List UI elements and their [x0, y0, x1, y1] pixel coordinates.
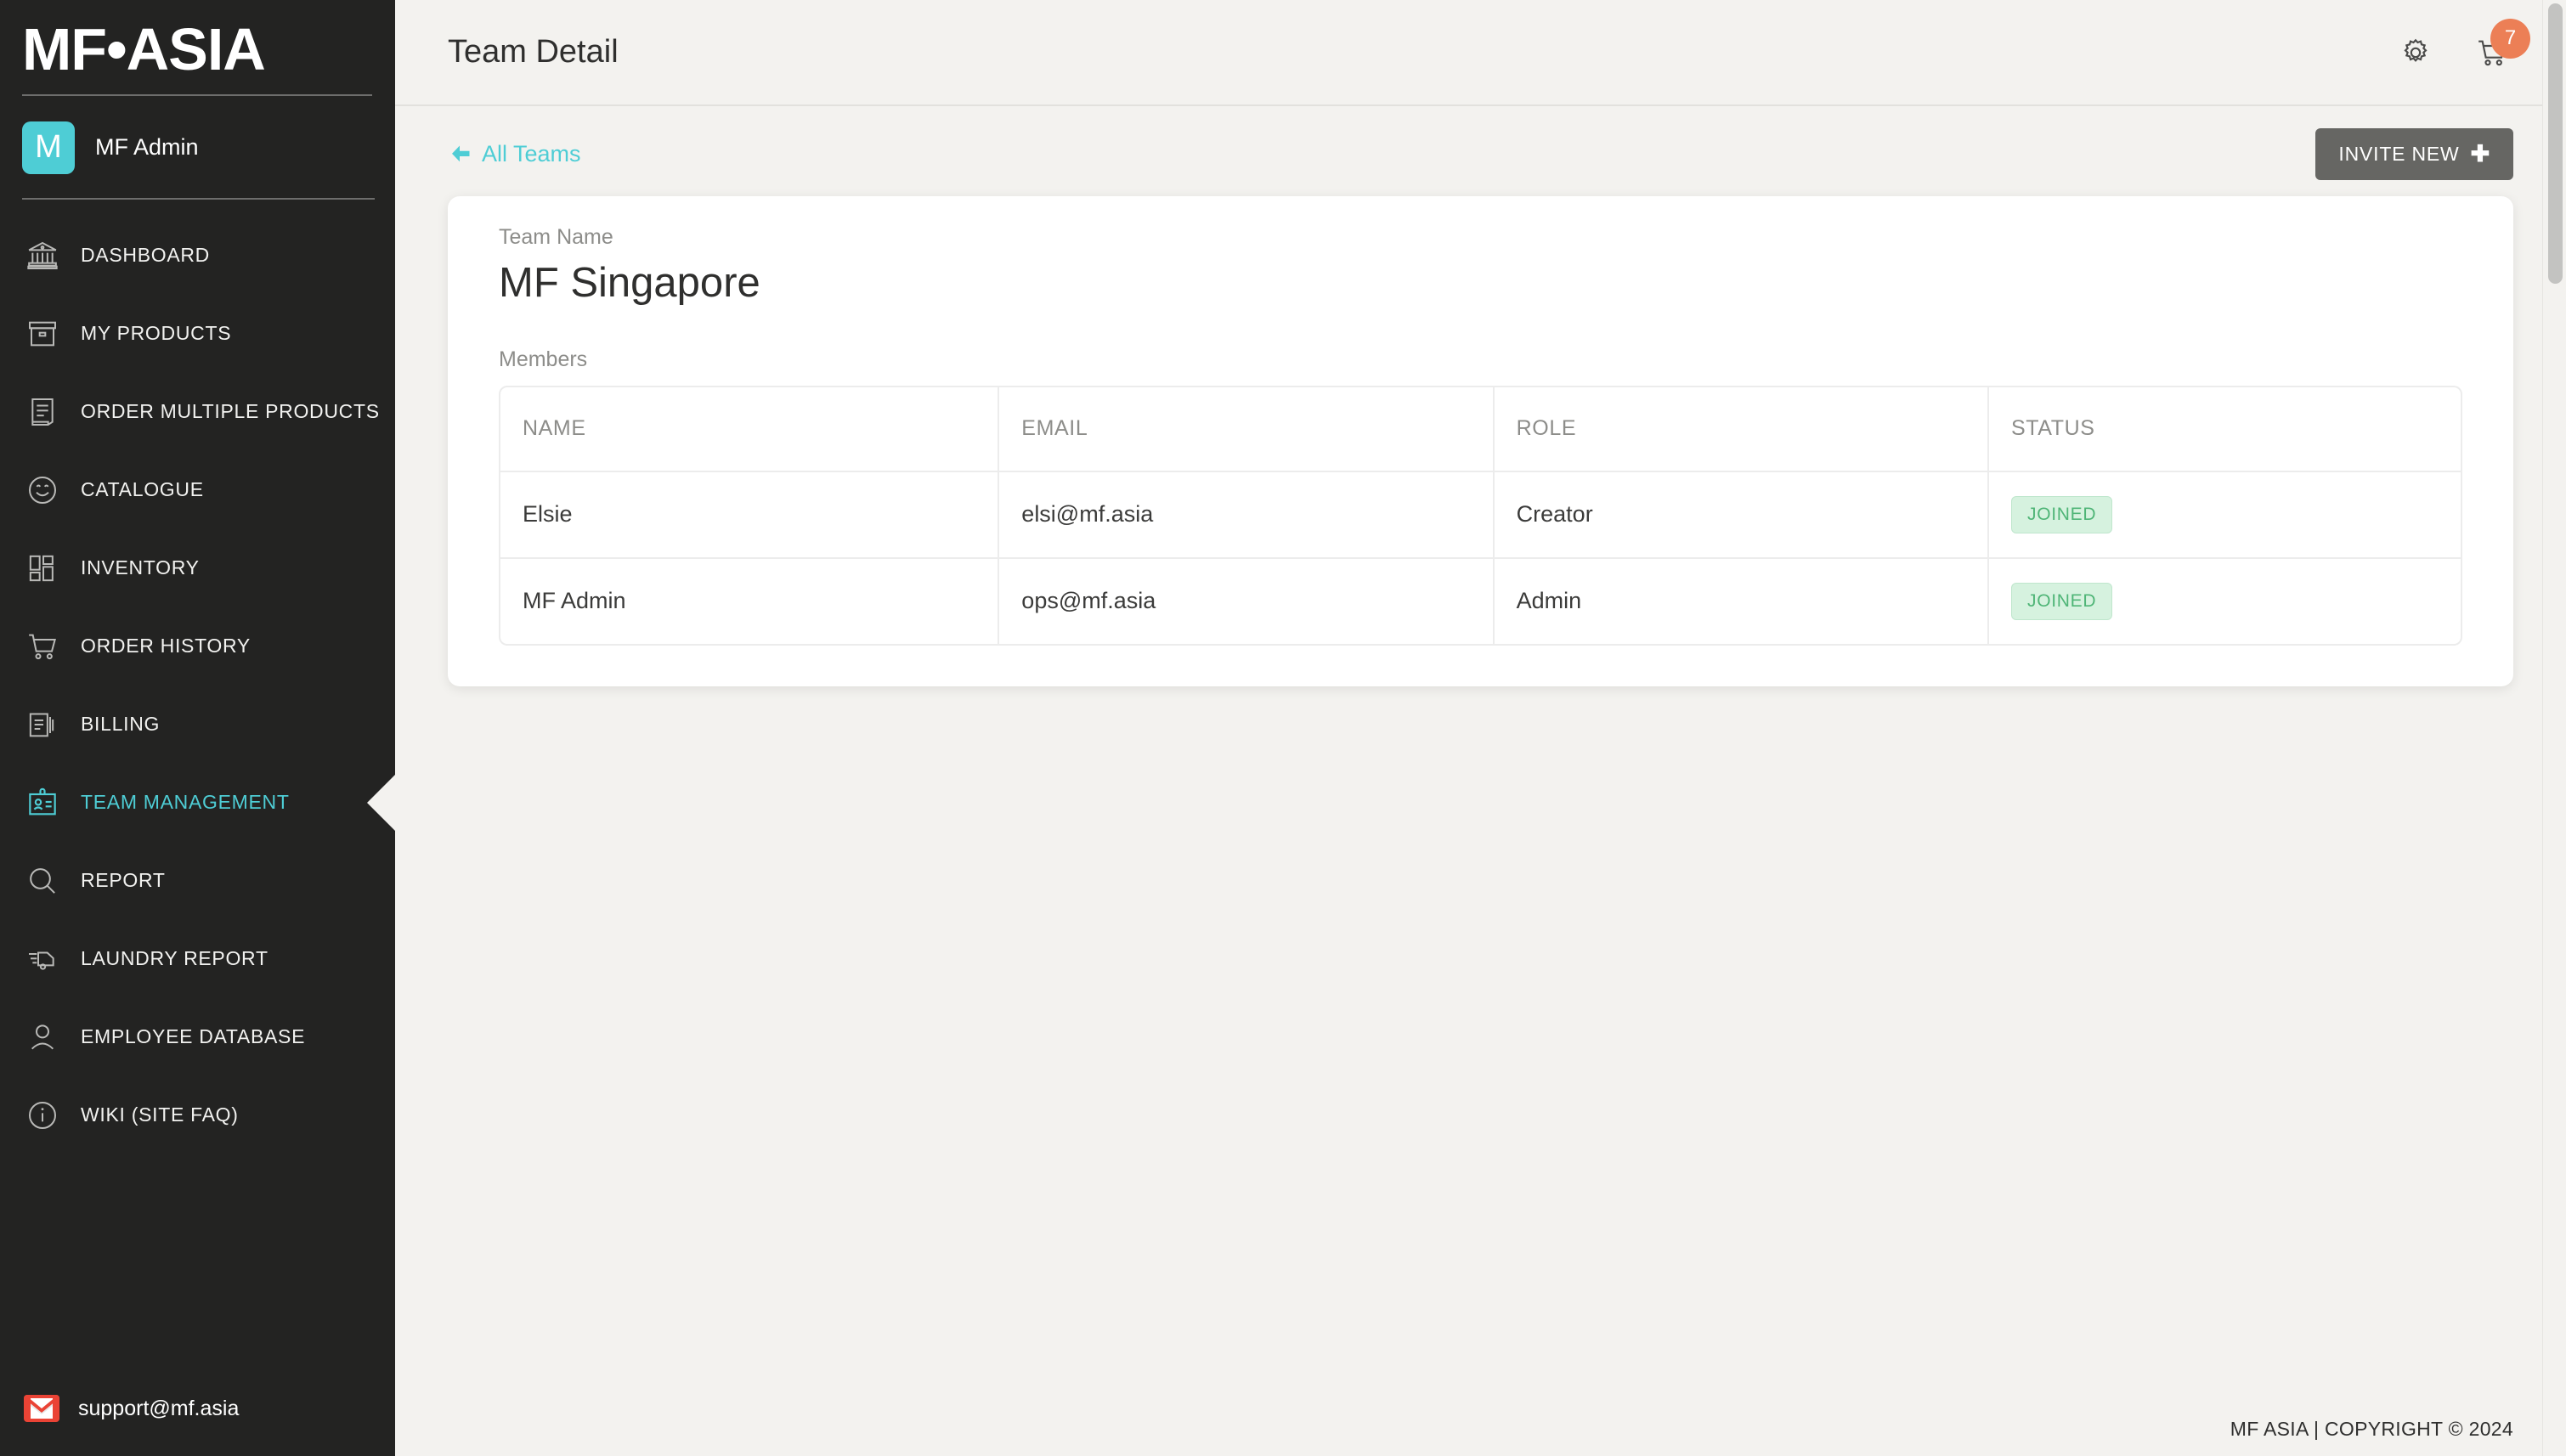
grid-icon: [23, 549, 62, 588]
sidebar-item-label: MY PRODUCTS: [81, 322, 232, 344]
sidebar-item-employee-database[interactable]: EMPLOYEE DATABASE: [0, 998, 395, 1076]
cart-button[interactable]: 7: [2473, 18, 2530, 72]
sidebar-item-order-multiple-products[interactable]: ORDER MULTIPLE PRODUCTS: [0, 373, 395, 451]
sidebar-item-label: TEAM MANAGEMENT: [81, 791, 290, 813]
sidebar-item-label: INVENTORY: [81, 556, 200, 578]
documents-icon: [23, 705, 62, 744]
back-to-all-teams-link[interactable]: All Teams: [448, 141, 581, 167]
main-area: Team Detail 7 All Teams INVITE NEW ✚ Tea…: [395, 0, 2566, 1456]
cell-name: MF Admin: [499, 558, 1000, 646]
members-label: Members: [499, 347, 588, 371]
user-block[interactable]: M MF Admin: [0, 96, 395, 174]
sidebar-item-label: LAUNDRY REPORT: [81, 947, 268, 969]
table-header-row: NAME EMAIL ROLE STATUS: [499, 385, 2462, 472]
team-detail-card: Team Name MF Singapore Members NAME EMAI…: [448, 196, 2513, 686]
invite-new-label: INVITE NEW: [2338, 142, 2460, 165]
brand-block: MF•ASIA: [0, 0, 395, 96]
sidebar-item-label: ORDER MULTIPLE PRODUCTS: [81, 400, 380, 422]
gmail-icon: [24, 1395, 59, 1422]
column-header-name[interactable]: NAME: [499, 385, 1000, 472]
sidebar-item-wiki-site-faq[interactable]: WIKI (SITE FAQ): [0, 1076, 395, 1154]
sidebar-item-label: ORDER HISTORY: [81, 635, 251, 657]
cell-email: ops@mf.asia: [999, 558, 1495, 646]
plus-icon: ✚: [2470, 140, 2490, 166]
sidebar-item-team-management[interactable]: TEAM MANAGEMENT: [0, 764, 395, 842]
cell-status: JOINED: [1989, 471, 2462, 559]
sidebar-support-link[interactable]: support@mf.asia: [0, 1395, 395, 1456]
sidebar-item-label: DASHBOARD: [81, 244, 210, 266]
invite-new-button[interactable]: INVITE NEW ✚: [2315, 127, 2513, 180]
cell-status: JOINED: [1989, 558, 2462, 646]
arrow-left-icon: [448, 141, 473, 166]
sidebar-item-report[interactable]: REPORT: [0, 842, 395, 920]
support-email: support@mf.asia: [78, 1396, 240, 1420]
top-bar-actions: 7: [2396, 18, 2530, 72]
sidebar-item-inventory[interactable]: INVENTORY: [0, 529, 395, 607]
sidebar-item-laundry-report[interactable]: LAUNDRY REPORT: [0, 920, 395, 998]
cell-email: elsi@mf.asia: [999, 471, 1495, 559]
brand-logo: MF•ASIA: [22, 16, 266, 82]
sidebar-item-label: REPORT: [81, 869, 166, 891]
sidebar-item-my-products[interactable]: MY PRODUCTS: [0, 295, 395, 373]
sidebar-item-label: CATALOGUE: [81, 478, 204, 500]
user-name: MF Admin: [95, 134, 199, 160]
sidebar-item-label: BILLING: [81, 713, 161, 735]
top-bar: Team Detail 7: [395, 0, 2566, 106]
members-table: NAME EMAIL ROLE STATUS Elsie elsi@mf.asi…: [499, 385, 2462, 646]
sidebar-nav: DASHBOARD MY PRODUCTS ORDER MULTIPLE PRO…: [0, 217, 395, 1154]
user-divider: [22, 197, 375, 200]
column-header-email[interactable]: EMAIL: [999, 385, 1495, 472]
content-area: All Teams INVITE NEW ✚ Team Name MF Sing…: [395, 106, 2566, 1402]
status-badge: JOINED: [2011, 495, 2113, 533]
team-name-value: MF Singapore: [499, 260, 760, 306]
sidebar: MF•ASIA M MF Admin DASHBOARD MY PRODUCTS…: [0, 0, 395, 1456]
cell-name: Elsie: [499, 471, 1000, 559]
page-scrollbar[interactable]: [2542, 0, 2566, 1456]
cell-role: Admin: [1494, 558, 1990, 646]
settings-button[interactable]: [2396, 33, 2435, 72]
team-name-label: Team Name: [499, 225, 613, 249]
receipt-icon: [23, 392, 62, 432]
cart-icon: [23, 627, 62, 666]
avatar: M: [22, 121, 75, 174]
sidebar-item-label: EMPLOYEE DATABASE: [81, 1025, 306, 1047]
footer: MF ASIA | COPYRIGHT © 2024: [395, 1402, 2566, 1456]
sidebar-item-label: WIKI (SITE FAQ): [81, 1103, 239, 1126]
person-icon: [23, 1018, 62, 1057]
sidebar-item-dashboard[interactable]: DASHBOARD: [0, 217, 395, 295]
box-icon: [23, 314, 62, 353]
app-root: MF•ASIA M MF Admin DASHBOARD MY PRODUCTS…: [0, 0, 2566, 1456]
gear-icon: [2399, 36, 2433, 70]
magnifier-icon: [23, 861, 62, 900]
sidebar-item-catalogue[interactable]: CATALOGUE: [0, 451, 395, 529]
status-badge: JOINED: [2011, 582, 2113, 620]
column-header-status[interactable]: STATUS: [1989, 385, 2462, 472]
copyright-text: MF ASIA | COPYRIGHT © 2024: [2230, 1417, 2513, 1440]
cart-count-badge: 7: [2490, 18, 2530, 59]
column-header-role[interactable]: ROLE: [1494, 385, 1990, 472]
sidebar-item-billing[interactable]: BILLING: [0, 686, 395, 764]
members-table-body: Elsie elsi@mf.asia Creator JOINED MF Adm…: [499, 471, 2462, 646]
page-title: Team Detail: [448, 34, 619, 70]
id-badge-icon: [23, 783, 62, 822]
info-circle-icon: [23, 1096, 62, 1135]
members-table-head: NAME EMAIL ROLE STATUS: [499, 385, 2462, 472]
delivery-truck-icon: [23, 940, 62, 979]
sidebar-item-order-history[interactable]: ORDER HISTORY: [0, 607, 395, 686]
back-link-label: All Teams: [482, 140, 581, 166]
scrollbar-thumb[interactable]: [2548, 3, 2563, 284]
bank-icon: [23, 236, 62, 275]
table-row[interactable]: Elsie elsi@mf.asia Creator JOINED: [499, 471, 2462, 559]
smiley-icon: [23, 471, 62, 510]
active-pointer: [367, 774, 395, 831]
sub-bar: All Teams INVITE NEW ✚: [448, 106, 2513, 191]
cell-role: Creator: [1494, 471, 1990, 559]
table-row[interactable]: MF Admin ops@mf.asia Admin JOINED: [499, 558, 2462, 646]
